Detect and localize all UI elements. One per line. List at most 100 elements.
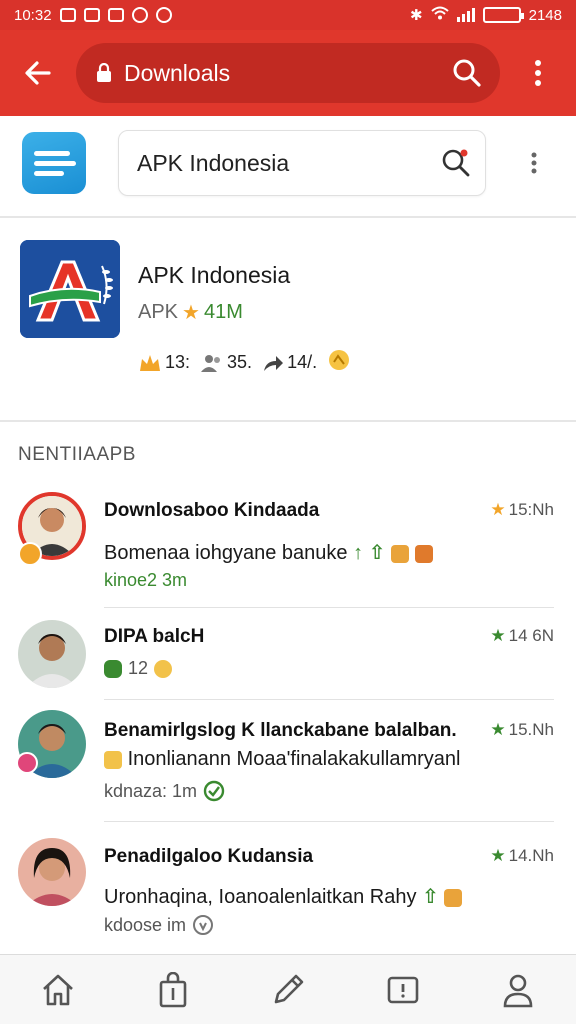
lock-icon (97, 63, 111, 82)
nav-profile[interactable] (483, 960, 553, 1020)
feed-item[interactable]: DIPA balcH ★ 14 6N 12 (0, 608, 576, 700)
feed-item[interactable]: Downlosaboo Kindaada ★ 15:Nh Bomenaa ioh… (0, 486, 576, 608)
signal-icon (456, 8, 475, 22)
alert-box-icon (387, 976, 419, 1003)
nav-edit[interactable] (253, 960, 323, 1020)
avatar (18, 838, 86, 906)
star-icon: ★ (490, 626, 506, 645)
search-icon[interactable] (452, 58, 482, 88)
bag-icon (159, 971, 187, 1007)
stat-users-value: 35. (227, 352, 253, 372)
gallery-icon (59, 8, 76, 22)
feed-item-meta-text: kinoe2 3m (104, 570, 188, 590)
more-vertical-icon (531, 152, 537, 174)
pencil-icon (274, 974, 304, 1003)
feed-item-time-text: 15:Nh (508, 500, 554, 519)
avatar (18, 620, 86, 688)
feed-item-time: ★ 15:Nh (490, 500, 554, 520)
nav-store[interactable] (138, 960, 208, 1020)
feed-item-title: Benamirlgslog K llanckabane balalban. (104, 720, 457, 741)
url-bar[interactable]: Downloals (76, 43, 500, 103)
stat-users: 35. (200, 352, 252, 373)
battery-icon (482, 7, 524, 23)
clock: 10:32 (14, 6, 52, 24)
message-icon (155, 7, 172, 23)
status-bar: 10:32 ✱ 2148 (0, 0, 576, 30)
app-category: APK (138, 301, 179, 323)
thumb-icon: ↑ (353, 542, 364, 564)
feed-item-meta-text: kdnaza: 1m (104, 780, 198, 801)
overflow-menu-button[interactable] (500, 30, 576, 116)
app-subtitle: APK ★ 41M (138, 300, 243, 325)
app-stats: 13: 35. 14/. (138, 348, 351, 377)
app-logo-icon (20, 240, 120, 338)
feed-item-meta-text: kdoose im (104, 914, 187, 935)
feed-item-time-text: 14.Nh (508, 846, 554, 865)
emoji-icon (154, 659, 173, 678)
users-icon (201, 354, 221, 372)
feed-item-text: Inonlianann Moaa'finalakakullamryanl (104, 748, 460, 771)
badge-icon (327, 348, 351, 377)
feed-item-text-value: Bomenaa iohgyane banuke (104, 542, 348, 564)
crown-star-icon (140, 354, 160, 371)
feed-item-time-text: 14 6N (508, 626, 554, 645)
store-logo-icon[interactable] (22, 132, 86, 194)
gift-icon (444, 888, 463, 907)
feed-item-meta: kdnaza: 1m (104, 780, 225, 802)
more-vertical-icon (535, 60, 541, 86)
search-icon[interactable] (441, 148, 471, 178)
app-title: APK Indonesia (138, 262, 291, 288)
feed-item[interactable]: Penadilgaloo Kudansia ★ 14.Nh Uronhaqina… (0, 822, 576, 952)
feed-item-time-text: 15.Nh (508, 720, 554, 739)
nav-home[interactable] (23, 960, 93, 1020)
feed-item-text: Bomenaa iohgyane banuke ↑ ⇧ (104, 540, 433, 565)
feed-item-text-value: Uronhaqina, Ioanoalenlaitkan Rahy (104, 886, 417, 908)
edit-badge-icon (18, 542, 42, 566)
feed-item-meta: kdoose im (104, 914, 214, 936)
bluetooth-icon: ✱ (410, 7, 423, 24)
stat-shares: 14/. (262, 352, 317, 373)
mail-icon (83, 8, 100, 22)
search-input[interactable]: APK Indonesia (118, 130, 486, 196)
stat-stars: 13: (138, 352, 190, 373)
app-card[interactable]: APK Indonesia APK ★ 41M 13: 35. 14/. (0, 218, 576, 422)
stat-stars-value: 13: (165, 352, 191, 372)
feed-item-time: ★ 14.Nh (490, 846, 554, 866)
notification-icon (131, 7, 148, 23)
section-title: NENTIIAAPB (18, 444, 136, 465)
gift-icon (390, 544, 409, 563)
gift-icon (414, 544, 433, 563)
app-rating: 41M (203, 301, 243, 323)
share-icon (264, 355, 284, 371)
feed-item-meta-text: 12 (128, 658, 149, 678)
star-icon: ★ (490, 720, 506, 739)
star-icon: ★ (490, 500, 506, 519)
feed-item-meta: kinoe2 3m (104, 570, 187, 591)
search-row: APK Indonesia (0, 116, 576, 218)
home-icon (42, 974, 73, 1005)
like-icon (104, 659, 122, 678)
nav-notifications[interactable] (368, 960, 438, 1020)
arrow-up-icon: ⇧ (368, 542, 386, 564)
back-button[interactable] (0, 30, 76, 116)
star-icon: ★ (490, 846, 506, 865)
feed-item-title: DIPA balcH (104, 626, 205, 647)
feed-item-time: ★ 14 6N (490, 626, 554, 646)
flag-icon (107, 8, 124, 22)
feed-item-text-value: Inonlianann Moaa'finalakakullamryanl (127, 748, 461, 770)
emoji-icon (104, 750, 122, 769)
url-text: Downloals (124, 59, 231, 86)
status-right-text: 2148 (528, 6, 562, 24)
arrow-up-icon: ⇧ (422, 886, 439, 908)
feed-item-text: Uronhaqina, Ioanoalenlaitkan Rahy ⇧ (104, 884, 463, 909)
back-arrow-icon (25, 61, 51, 85)
search-overflow-button[interactable] (516, 140, 552, 186)
search-query: APK Indonesia (137, 149, 290, 176)
feed-item-title: Penadilgaloo Kudansia (104, 846, 314, 867)
feed-item[interactable]: Benamirlgslog K llanckabane balalban. ★ … (0, 700, 576, 822)
feed-item-meta: 12 (104, 658, 173, 679)
bottom-navigation (0, 954, 576, 1024)
heart-badge-icon (16, 752, 38, 774)
browser-toolbar: Downloals (0, 30, 576, 116)
feed-item-time: ★ 15.Nh (490, 720, 554, 740)
